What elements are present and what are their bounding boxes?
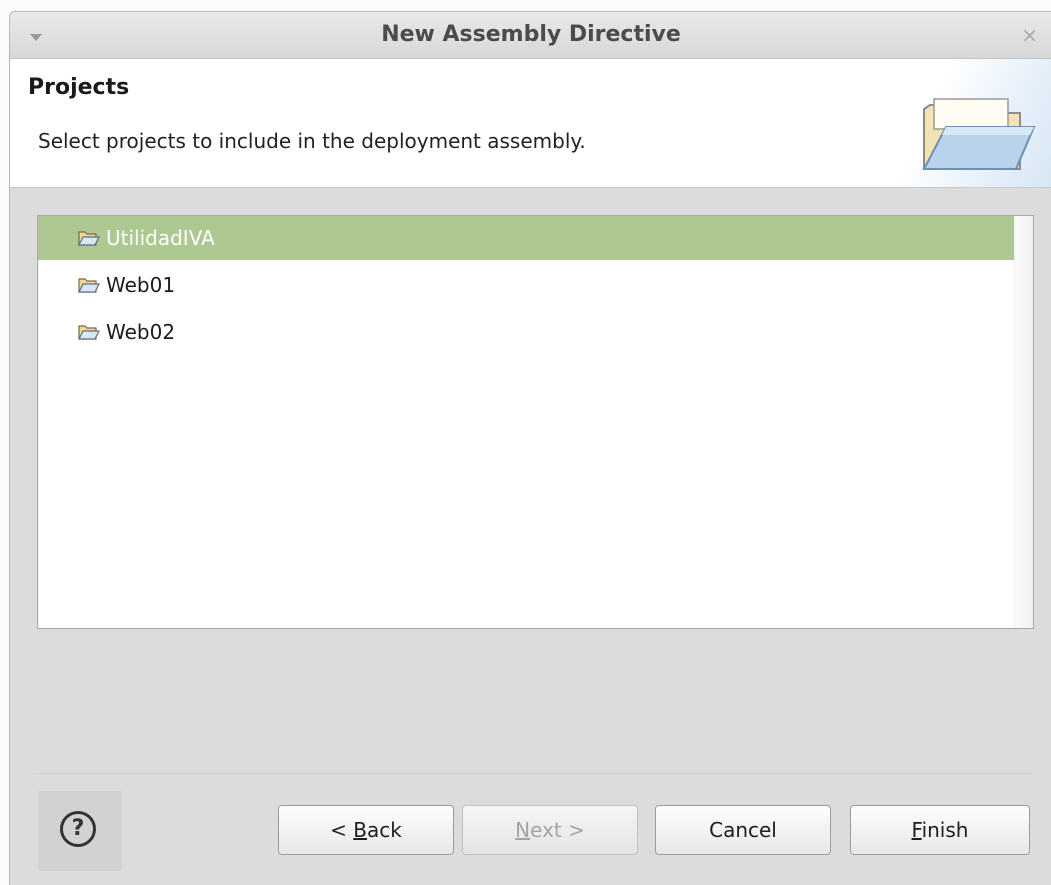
list-item-label: Web02: [106, 320, 176, 344]
window-title: New Assembly Directive: [381, 22, 681, 47]
list-item-label: Web01: [106, 273, 176, 297]
project-folder-icon: [78, 325, 100, 340]
page-title: Projects: [28, 75, 130, 100]
finish-button[interactable]: Finish: [850, 805, 1030, 855]
project-folder-icon: [78, 231, 100, 246]
close-icon[interactable]: ×: [1021, 23, 1038, 47]
cancel-button[interactable]: Cancel: [655, 805, 831, 855]
list-item-label: UtilidadIVA: [106, 226, 215, 250]
dialog-window: New Assembly Directive × Projects Select…: [9, 11, 1051, 885]
title-bar: New Assembly Directive ×: [10, 12, 1051, 59]
project-list[interactable]: UtilidadIVA Web01 Web02: [37, 215, 1034, 629]
back-button[interactable]: < Back: [278, 805, 454, 855]
list-item[interactable]: Web02: [38, 310, 1033, 354]
page-description: Select projects to include in the deploy…: [38, 129, 586, 153]
list-item[interactable]: UtilidadIVA: [38, 216, 1033, 260]
help-button[interactable]: ?: [38, 791, 122, 871]
scrollbar[interactable]: [1014, 216, 1033, 628]
header-banner: [902, 59, 1051, 187]
button-bar-separator: [37, 773, 1032, 774]
list-item[interactable]: Web01: [38, 263, 1033, 307]
wizard-header: Projects Select projects to include in t…: [10, 59, 1051, 188]
folder-open-icon: [922, 98, 1036, 170]
project-folder-icon: [78, 278, 100, 293]
next-button[interactable]: Next >: [462, 805, 638, 855]
help-icon: ?: [60, 811, 96, 847]
